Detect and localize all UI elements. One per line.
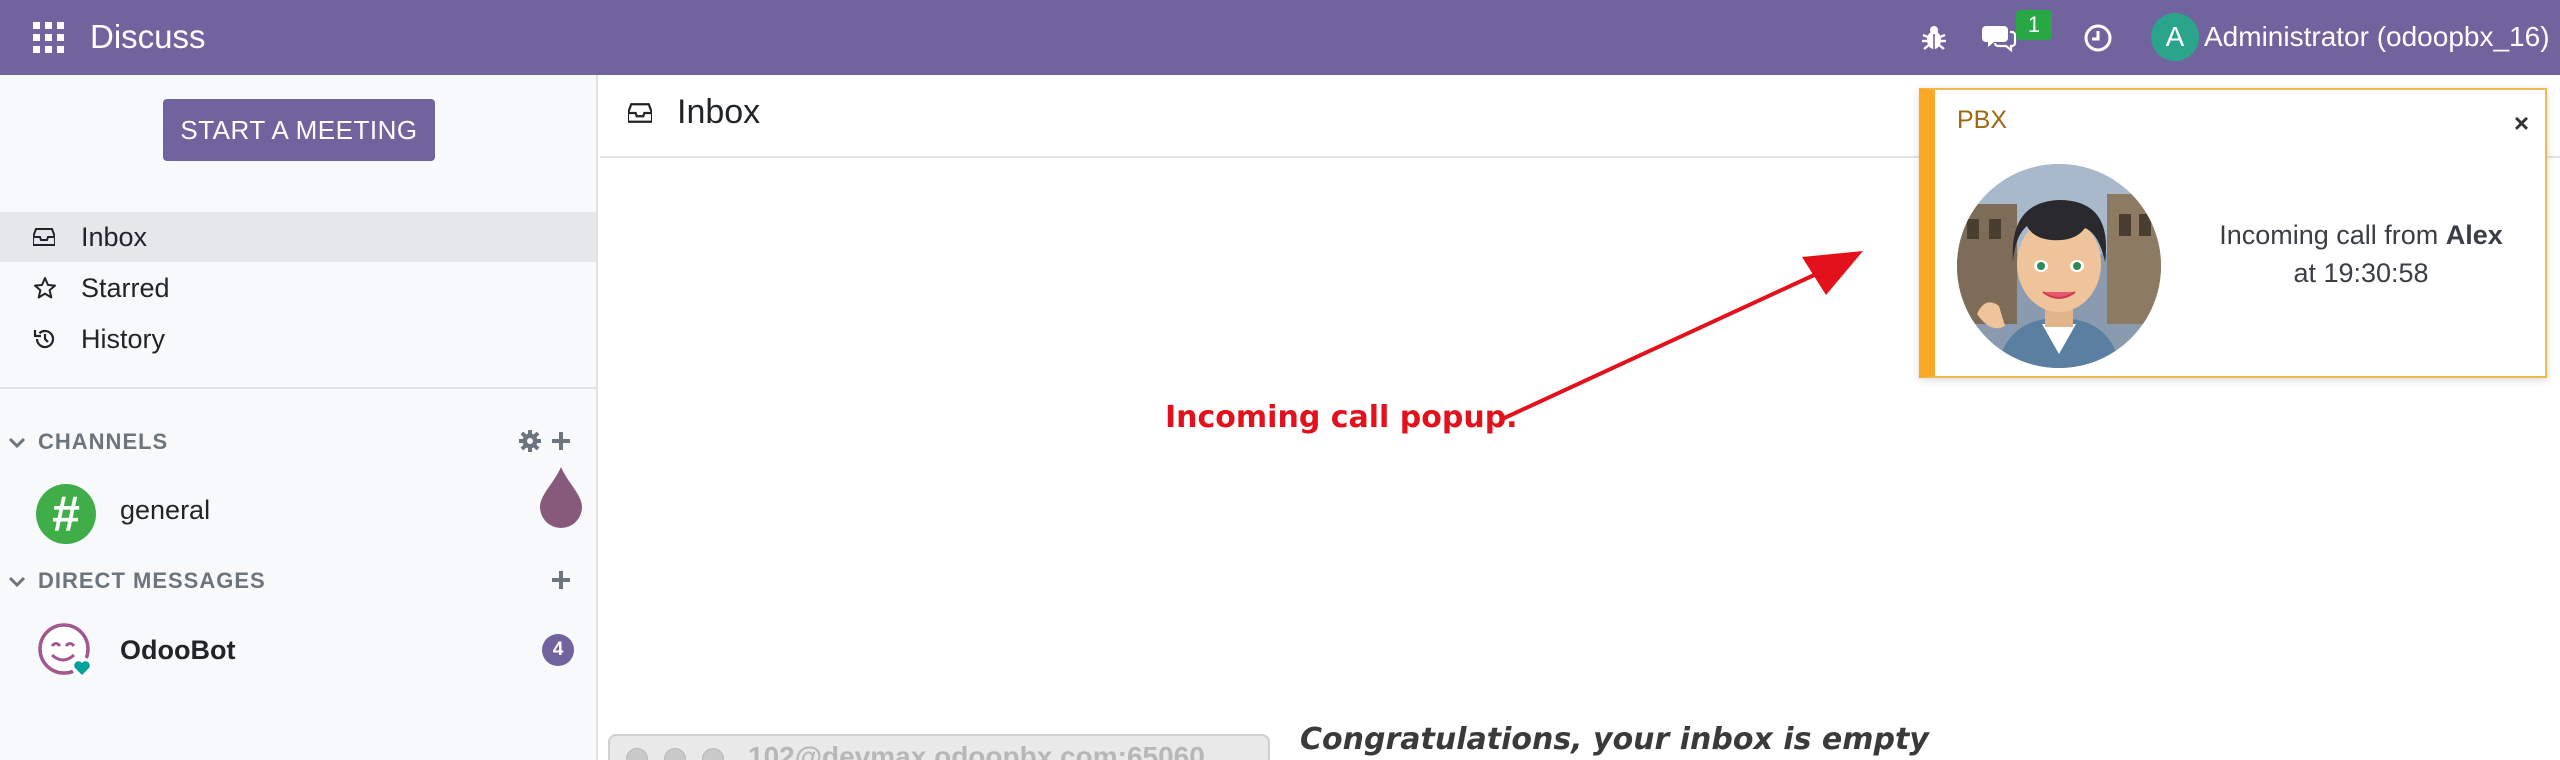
chevron-down-icon: [8, 568, 30, 594]
close-icon[interactable]: ×: [2514, 108, 2529, 139]
inbox-icon: [33, 228, 73, 246]
user-avatar[interactable]: A: [2151, 13, 2199, 61]
empty-inbox-message: Congratulations, your inbox is empty: [1300, 722, 1929, 757]
sidebar-divider: [0, 387, 596, 389]
window-maximize-dot[interactable]: [702, 748, 724, 760]
window-minimize-dot[interactable]: [664, 748, 686, 760]
app-title[interactable]: Discuss: [90, 16, 206, 58]
call-time: at 19:30:58: [2293, 258, 2429, 288]
direct-messages-header[interactable]: DIRECT MESSAGES: [8, 568, 266, 594]
popup-title: PBX: [1957, 106, 2008, 134]
add-channel-icon[interactable]: [546, 426, 576, 456]
incoming-call-popup: PBX × Incoming call from Alex at 19:30:5…: [1919, 88, 2547, 378]
call-from-label: Incoming call from: [2219, 220, 2446, 250]
softphone-account: 102@devmax.odoopbx.com:65060: [748, 741, 1205, 760]
star-icon: [33, 276, 73, 300]
sidebar-item-history[interactable]: History: [0, 314, 596, 364]
clock-icon[interactable]: [2078, 18, 2118, 58]
channel-name[interactable]: general: [120, 495, 210, 526]
odoo-drop-icon: [538, 467, 584, 529]
add-chat-icon[interactable]: [546, 565, 576, 595]
message-count-badge: 1: [2016, 10, 2052, 40]
annotation-label: Incoming call popup.: [1165, 400, 1518, 435]
gear-icon[interactable]: [515, 426, 545, 456]
discuss-sidebar: START A MEETING Inbox Starred History CH…: [0, 75, 598, 760]
top-navbar: Discuss 1 A Administrator (odoopbx_16): [0, 0, 2560, 75]
page-title: Inbox: [677, 93, 761, 131]
messages-icon[interactable]: [1980, 18, 2020, 58]
channels-header-label: CHANNELS: [38, 429, 169, 454]
start-meeting-button[interactable]: START A MEETING: [163, 99, 435, 161]
inbox-icon: [626, 103, 654, 128]
chevron-down-icon: [8, 429, 30, 455]
sidebar-item-label: History: [81, 323, 166, 354]
sidebar-item-inbox[interactable]: Inbox: [0, 212, 596, 262]
sidebar-item-label: Inbox: [81, 221, 148, 252]
channels-header[interactable]: CHANNELS: [8, 429, 168, 455]
user-menu[interactable]: Administrator (odoopbx_16): [2204, 18, 2550, 56]
sidebar-item-starred[interactable]: Starred: [0, 263, 596, 313]
apps-grid-icon[interactable]: [33, 22, 64, 53]
unread-count-badge: 4: [542, 634, 574, 666]
dm-name[interactable]: OdooBot: [120, 635, 235, 666]
bug-icon[interactable]: [1914, 18, 1954, 58]
odoobot-avatar: [36, 621, 96, 681]
direct-messages-header-label: DIRECT MESSAGES: [38, 568, 266, 593]
softphone-widget[interactable]: 102@devmax.odoopbx.com:65060: [608, 734, 1270, 760]
sidebar-item-label: Starred: [81, 272, 170, 303]
caller-name: Alex: [2445, 220, 2503, 250]
annotation-arrow: [1499, 251, 1863, 422]
caller-avatar: [1957, 164, 2161, 368]
call-details: Incoming call from Alex at 19:30:58: [2171, 216, 2551, 292]
hash-icon: #: [36, 484, 96, 544]
history-icon: [33, 327, 73, 351]
window-close-dot[interactable]: [626, 748, 648, 760]
